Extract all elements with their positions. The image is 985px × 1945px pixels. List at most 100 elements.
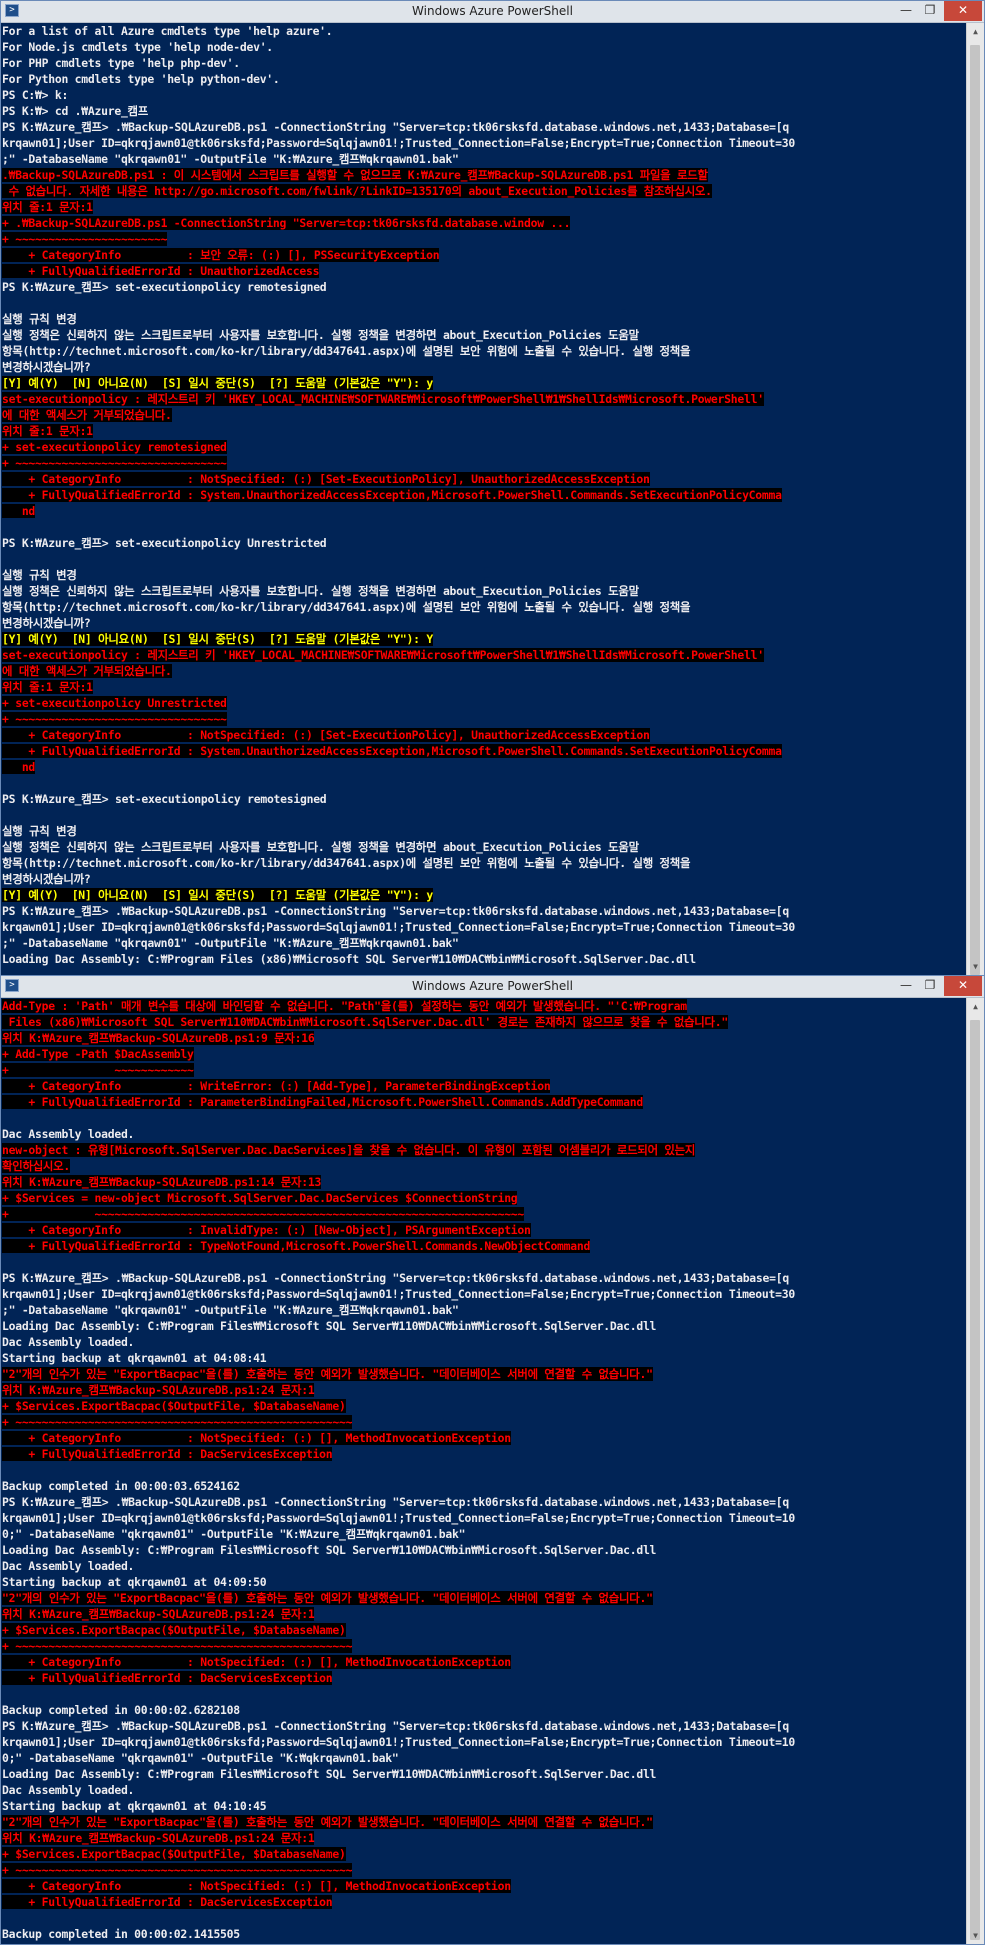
console-line-text: For a list of all Azure cmdlets type 'he…	[2, 24, 333, 38]
console-line: PS K:₩> cd .₩Azure_캠프	[2, 103, 967, 119]
console-line-text: Backup completed in 00:00:02.1415505	[2, 1927, 240, 1941]
console-line-text: 실행 규칙 변경	[2, 568, 77, 582]
error-line: 위치 줄:1 문자:1	[2, 199, 967, 215]
console-line-text: "2"개의 인수가 있는 "ExportBacpac"을(를) 호출하는 동안 …	[2, 1591, 653, 1605]
console-line-text: Files (x86)₩Microsoft SQL Server₩110₩DAC…	[2, 1015, 728, 1029]
close-button[interactable]: ✕	[944, 976, 982, 996]
console-line: 항목(http://technet.microsoft.com/ko-kr/li…	[2, 599, 967, 615]
console-line-text: + ~~~~~~~~~~~~~~~~~~~~~~~~~~~~~~~~~~~~~~…	[2, 1207, 525, 1221]
maximize-button[interactable]: ❐	[918, 976, 942, 996]
console-line-text: 위치 줄:1 문자:1	[2, 680, 93, 694]
error-line: 위치 K:₩Azure_캠프₩Backup-SQLAzureDB.ps1:24 …	[2, 1830, 967, 1846]
console-line-text: 항목(http://technet.microsoft.com/ko-kr/li…	[2, 856, 691, 870]
console-line-text: + CategoryInfo : NotSpecified: (:) [], M…	[2, 1879, 511, 1893]
error-line: + ~~~~~~~~~~~~~~~~~~~~~~~~~~~~~~~~~~~~~~…	[2, 1206, 967, 1222]
console-line: Dac Assembly loaded.	[2, 1782, 967, 1798]
console-line: PS K:₩Azure_캠프> .₩Backup-SQLAzureDB.ps1 …	[2, 1718, 967, 1734]
console-line-text: 실행 규칙 변경	[2, 312, 77, 326]
error-line: set-executionpolicy : 레지스트리 키 'HKEY_LOCA…	[2, 647, 967, 663]
console-line-text: + ~~~~~~~~~~~~~~~~~~~~~~~~~~~~~~~~~~~~~~…	[2, 1863, 353, 1877]
console-line: Backup completed in 00:00:03.6524162	[2, 1478, 967, 1494]
error-line: + $Services.ExportBacpac($OutputFile, $D…	[2, 1398, 967, 1414]
error-line: set-executionpolicy : 레지스트리 키 'HKEY_LOCA…	[2, 391, 967, 407]
scroll-down-arrow-icon[interactable]: ▼	[967, 958, 984, 975]
title-bar[interactable]: > Windows Azure PowerShell — ❐ ✕	[1, 976, 984, 998]
close-button[interactable]: ✕	[944, 1, 982, 21]
maximize-button[interactable]: ❐	[918, 1, 942, 21]
console-line: Backup completed in 00:00:02.1415505	[2, 1926, 967, 1942]
console-line: Loading Dac Assembly: C:₩Program Files₩M…	[2, 1542, 967, 1558]
error-line: + set-executionpolicy remotesigned	[2, 439, 967, 455]
console-line: For Python cmdlets type 'help python-dev…	[2, 71, 967, 87]
console-line: ;" -DatabaseName "qkrqawn01" -OutputFile…	[2, 1302, 967, 1318]
console-line-text: 수 없습니다. 자세한 내용은 http://go.microsoft.com/…	[2, 184, 712, 198]
console-line-text: ;" -DatabaseName "qkrqawn01" -OutputFile…	[2, 152, 459, 166]
console-line-text: + CategoryInfo : InvalidType: (:) [New-O…	[2, 1223, 531, 1237]
console-line: 실행 규칙 변경	[2, 567, 967, 583]
error-line: + ~~~~~~~~~~~~~~~~~~~~~~~~~~~~~~~~~~~~~~…	[2, 1638, 967, 1654]
scrollbar-thumb[interactable]	[970, 1020, 980, 1940]
console-line: PS K:₩Azure_캠프> set-executionpolicy remo…	[2, 791, 967, 807]
console-line-text: 0;" -DatabaseName "qkrqawn01" -OutputFil…	[2, 1751, 399, 1765]
console-line-text: 0;" -DatabaseName "qkrqawn01" -OutputFil…	[2, 1527, 466, 1541]
error-line: + $Services.ExportBacpac($OutputFile, $D…	[2, 1622, 967, 1638]
console-line-text: + ~~~~~~~~~~~~~~~~~~~~~~~~~~~~~~~~~~~~~~…	[2, 1639, 353, 1653]
console-line: 실행 정책은 신뢰하지 않는 스크립트로부터 사용자를 보호합니다. 실행 정책…	[2, 839, 967, 855]
console-output[interactable]: For a list of all Azure cmdlets type 'he…	[1, 23, 967, 975]
scrollbar-thumb[interactable]	[970, 45, 980, 975]
error-line: + ~~~~~~~~~~~~~~~~~~~~~~~~~~~~~~~~	[2, 711, 967, 727]
console-line-text: + FullyQualifiedErrorId : UnauthorizedAc…	[2, 264, 320, 278]
console-line-text: PS K:₩Azure_캠프> set-executionpolicy remo…	[2, 280, 327, 294]
console-line: Loading Dac Assembly: C:₩Program Files (…	[2, 951, 967, 967]
console-output[interactable]: Add-Type : 'Path' 매개 변수를 대상에 바인딩할 수 없습니다…	[1, 998, 967, 1944]
console-line-text: "2"개의 인수가 있는 "ExportBacpac"을(를) 호출하는 동안 …	[2, 1815, 653, 1829]
console-line-text: Loading Dac Assembly: C:₩Program Files₩M…	[2, 1543, 657, 1557]
window-title: Windows Azure PowerShell	[412, 4, 573, 18]
console-line-text: 에 대한 액세스가 거부되었습니다.	[2, 664, 172, 678]
error-line: + CategoryInfo : NotSpecified: (:) [], M…	[2, 1430, 967, 1446]
prompt-choice-line: [Y] 예(Y) [N] 아니요(N) [S] 일시 중단(S) [?] 도움말…	[2, 631, 967, 647]
console-line-text: [Y] 예(Y) [N] 아니요(N) [S] 일시 중단(S) [?] 도움말…	[2, 632, 433, 646]
minimize-button[interactable]: —	[894, 1, 918, 21]
powershell-window-2: > Windows Azure PowerShell — ❐ ✕ Add-Typ…	[0, 975, 985, 1945]
console-line-text: 실행 규칙 변경	[2, 824, 77, 838]
console-line: PS K:₩Azure_캠프> set-executionpolicy Unre…	[2, 535, 967, 551]
console-line-text: 위치 줄:1 문자:1	[2, 200, 93, 214]
console-line-text: 위치 K:₩Azure_캠프₩Backup-SQLAzureDB.ps1:9 문…	[2, 1031, 315, 1045]
console-line-text: "2"개의 인수가 있는 "ExportBacpac"을(를) 호출하는 동안 …	[2, 1367, 653, 1381]
error-line: .₩Backup-SQLAzureDB.ps1 : 이 시스템에서 스크립트를 …	[2, 167, 967, 183]
vertical-scrollbar[interactable]: ▲ ▼	[966, 23, 984, 975]
error-line: "2"개의 인수가 있는 "ExportBacpac"을(를) 호출하는 동안 …	[2, 1814, 967, 1830]
console-line-text: Backup completed in 00:00:03.6524162	[2, 1479, 240, 1493]
console-line: Loading Dac Assembly: C:₩Program Files₩M…	[2, 1766, 967, 1782]
error-line: 확인하십시오.	[2, 1158, 967, 1174]
scroll-down-arrow-icon[interactable]: ▼	[967, 1927, 984, 1944]
console-line-text: 항목(http://technet.microsoft.com/ko-kr/li…	[2, 344, 691, 358]
scroll-up-arrow-icon[interactable]: ▲	[967, 23, 984, 40]
error-line: + CategoryInfo : NotSpecified: (:) [Set-…	[2, 471, 967, 487]
error-line: + CategoryInfo : WriteError: (:) [Add-Ty…	[2, 1078, 967, 1094]
error-line: + ~~~~~~~~~~~~~~~~~~~~~~~~~~~~~~~~~~~~~~…	[2, 1862, 967, 1878]
console-line-text: PS K:₩Azure_캠프> .₩Backup-SQLAzureDB.ps1 …	[2, 1271, 789, 1285]
error-line: "2"개의 인수가 있는 "ExportBacpac"을(를) 호출하는 동안 …	[2, 1590, 967, 1606]
console-line-text: 위치 K:₩Azure_캠프₩Backup-SQLAzureDB.ps1:24 …	[2, 1831, 315, 1845]
prompt-choice-line: [Y] 예(Y) [N] 아니요(N) [S] 일시 중단(S) [?] 도움말…	[2, 887, 967, 903]
console-line-text: + CategoryInfo : 보안 오류: (:) [], PSSecuri…	[2, 248, 440, 262]
console-line: krqawn01];User ID=qkrqjawn01@tk06rsksfd;…	[2, 919, 967, 935]
console-line-text: + CategoryInfo : NotSpecified: (:) [], M…	[2, 1431, 511, 1445]
minimize-button[interactable]: —	[894, 976, 918, 996]
error-line: + ~~~~~~~~~~~~	[2, 1062, 967, 1078]
vertical-scrollbar[interactable]: ▲ ▼	[966, 998, 984, 1944]
console-line-text: For Node.js cmdlets type 'help node-dev'…	[2, 40, 273, 54]
console-line: PS K:₩Azure_캠프> .₩Backup-SQLAzureDB.ps1 …	[2, 119, 967, 135]
title-bar[interactable]: > Windows Azure PowerShell — ❐ ✕	[1, 1, 984, 23]
error-line: "2"개의 인수가 있는 "ExportBacpac"을(를) 호출하는 동안 …	[2, 1366, 967, 1382]
console-line-text: PS K:₩Azure_캠프> .₩Backup-SQLAzureDB.ps1 …	[2, 904, 789, 918]
console-line-text: set-executionpolicy : 레지스트리 키 'HKEY_LOCA…	[2, 392, 764, 406]
scroll-up-arrow-icon[interactable]: ▲	[967, 998, 984, 1015]
console-line-text: + FullyQualifiedErrorId : ParameterBindi…	[2, 1095, 643, 1109]
error-line: + CategoryInfo : 보안 오류: (:) [], PSSecuri…	[2, 247, 967, 263]
